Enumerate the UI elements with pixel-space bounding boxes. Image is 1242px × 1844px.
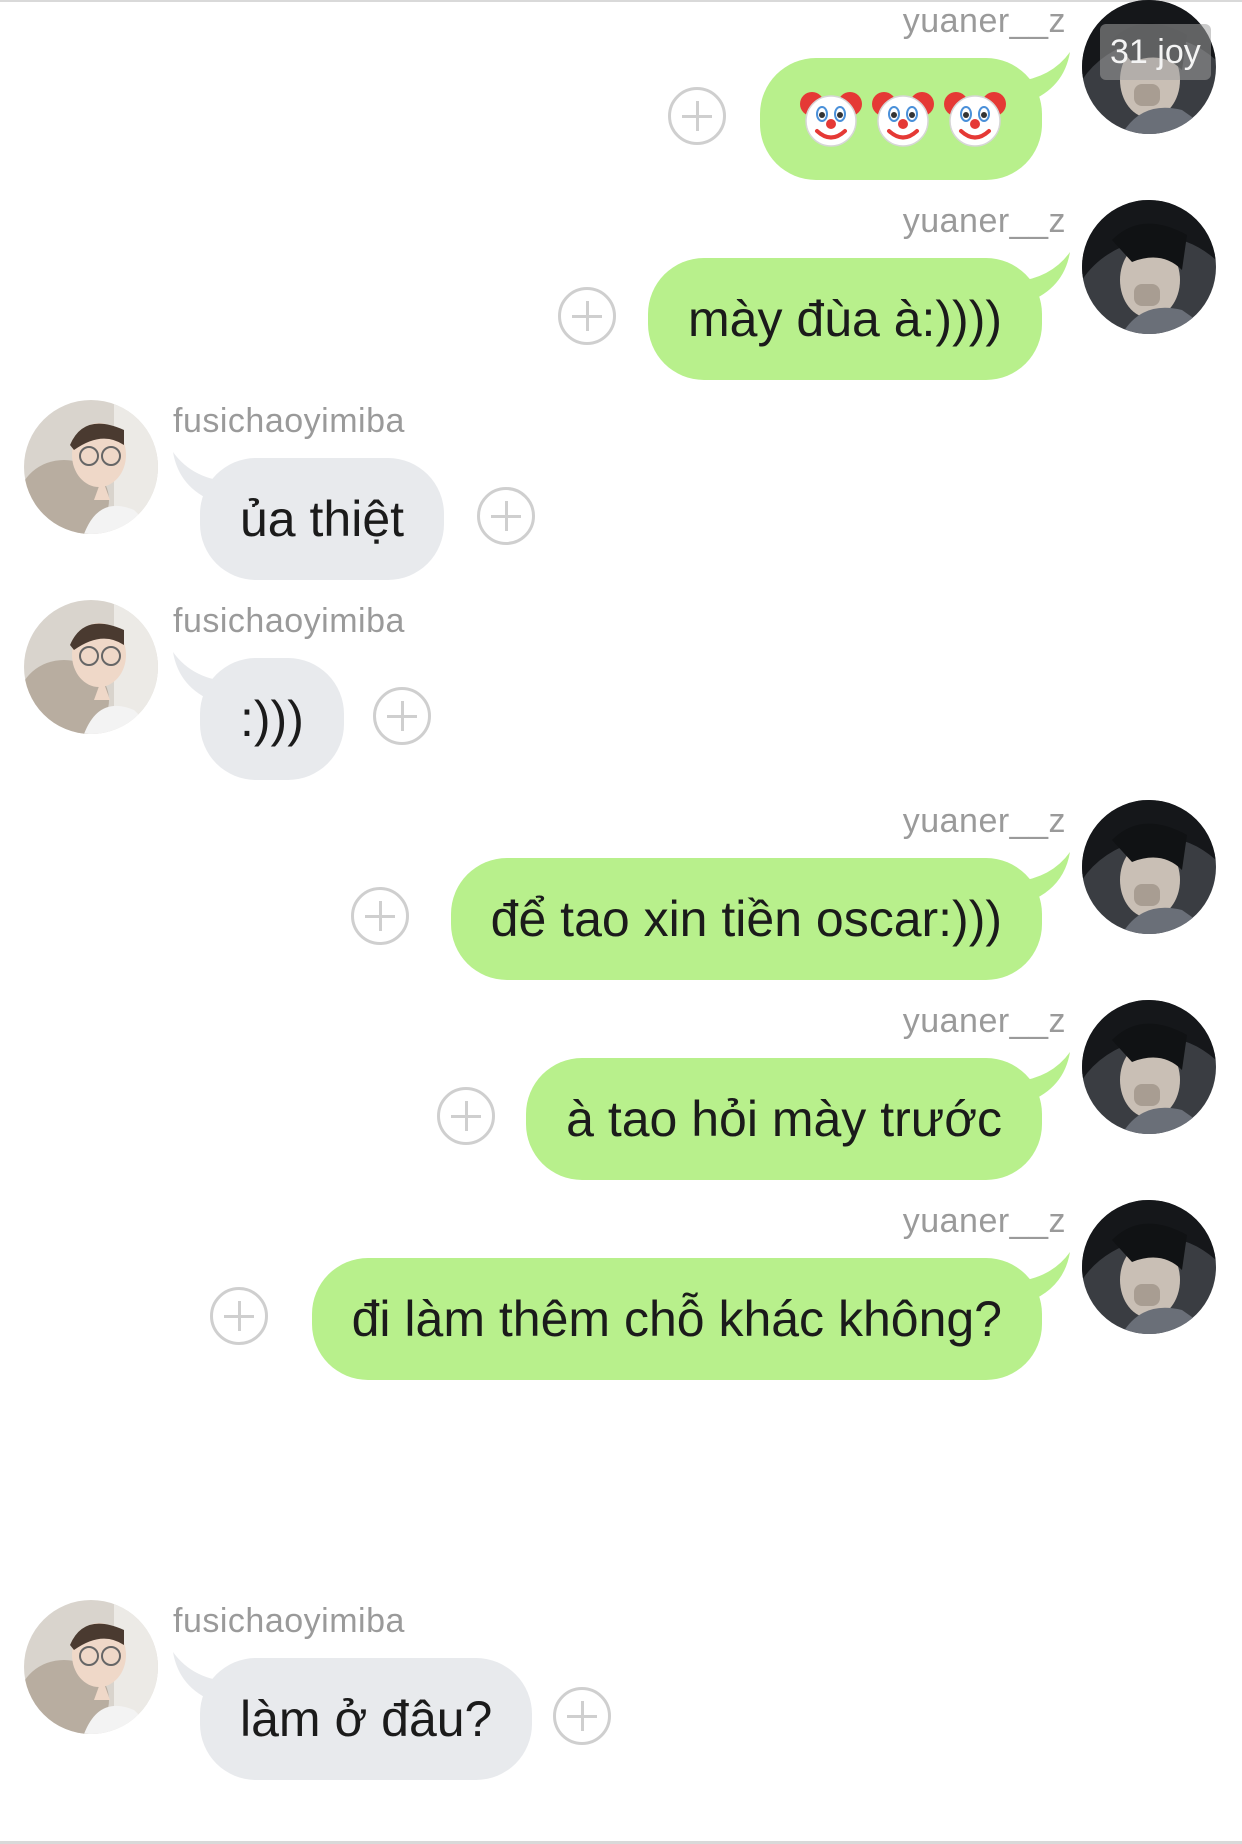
add-reaction-icon[interactable]: [553, 1687, 611, 1745]
add-reaction-icon[interactable]: [668, 87, 726, 145]
message-bubble[interactable]: làm ở đâu?: [200, 1658, 533, 1780]
clown-face-icon: [872, 92, 934, 147]
message-bubble[interactable]: ủa thiệt: [200, 458, 445, 580]
message-bubble[interactable]: đi làm thêm chỗ khác không?: [311, 1258, 1042, 1380]
add-reaction-icon[interactable]: [210, 1287, 268, 1345]
sender-username: yuaner__z: [902, 1002, 1066, 1040]
sender-username: fusichaoyimiba: [173, 1602, 405, 1640]
avatar[interactable]: [1082, 1200, 1216, 1334]
avatar[interactable]: [1082, 200, 1216, 334]
sender-username: fusichaoyimiba: [173, 402, 405, 440]
avatar[interactable]: [1082, 1000, 1216, 1134]
chat-thread[interactable]: yuaner__z 31 joy yuaner__z mày đùa à:)))…: [0, 0, 1242, 1844]
sender-username: yuaner__z: [902, 1202, 1066, 1240]
message-bubble[interactable]: à tao hỏi mày trước: [526, 1058, 1042, 1180]
add-reaction-icon[interactable]: [437, 1087, 495, 1145]
sender-username: yuaner__z: [902, 802, 1066, 840]
avatar[interactable]: [1082, 800, 1216, 934]
clown-face-icon: [944, 92, 1006, 147]
avatar[interactable]: [24, 600, 158, 734]
avatar[interactable]: [24, 1600, 158, 1734]
add-reaction-icon[interactable]: [477, 487, 535, 545]
message-row: yuaner__z đi làm thêm chỗ khác không?: [0, 1200, 1242, 1435]
message-bubble[interactable]: để tao xin tiền oscar:))): [450, 858, 1042, 980]
sender-username: yuaner__z: [902, 2, 1066, 40]
add-reaction-icon[interactable]: [351, 887, 409, 945]
clown-face-icon: [800, 92, 862, 147]
sender-username: fusichaoyimiba: [173, 602, 405, 640]
emoji-group: [800, 58, 1006, 180]
watermark: 31 joy: [1100, 24, 1211, 80]
message-bubble[interactable]: :))): [200, 658, 344, 780]
add-reaction-icon[interactable]: [558, 287, 616, 345]
message-row: fusichaoyimiba làm ở đâu?: [0, 1600, 1242, 1835]
add-reaction-icon[interactable]: [373, 687, 431, 745]
message-bubble[interactable]: mày đùa à:)))): [648, 258, 1042, 380]
message-bubble[interactable]: [760, 58, 1042, 180]
sender-username: yuaner__z: [902, 202, 1066, 240]
avatar[interactable]: [24, 400, 158, 534]
